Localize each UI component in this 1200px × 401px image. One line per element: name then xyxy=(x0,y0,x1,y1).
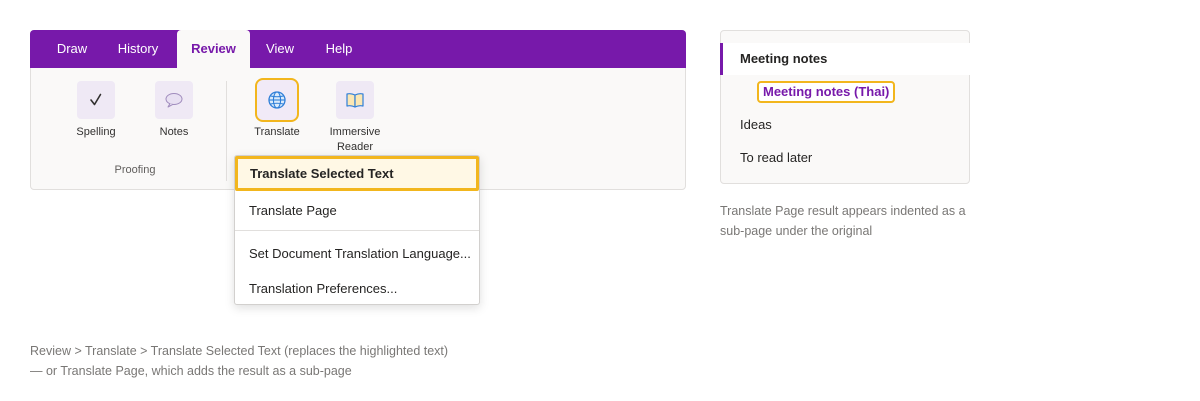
menu-item-set-document-translation-language[interactable]: Set Document Translation Language... xyxy=(235,237,479,270)
menu-divider xyxy=(235,230,479,231)
menu-item-translate-selected-text[interactable]: Translate Selected Text xyxy=(235,156,479,191)
translate-button[interactable]: Translate xyxy=(237,78,317,140)
immersive-reader-label-line1: Immersive xyxy=(329,126,381,138)
proofing-group-label: Proofing xyxy=(114,164,156,176)
book-icon xyxy=(336,81,374,119)
panel-caption-line2: sub-page under the original xyxy=(720,224,873,238)
page-item-to-read-later[interactable]: To read later xyxy=(740,150,812,165)
tab-help[interactable]: Help xyxy=(314,30,364,68)
path-caption: Review > Translate > Translate Selected … xyxy=(30,341,448,381)
speech-bubble-icon xyxy=(155,81,193,119)
menu-item-translation-preferences[interactable]: Translation Preferences... xyxy=(235,272,479,305)
tab-history[interactable]: History xyxy=(106,30,170,68)
panel-caption-line1: Translate Page result appears indented a… xyxy=(720,204,966,218)
panel-caption: Translate Page result appears indented a… xyxy=(720,201,966,241)
ribbon-tab-bar: Draw History Review View Help xyxy=(30,30,686,68)
spelling-check-icon xyxy=(77,81,115,119)
notes-button[interactable]: Notes xyxy=(134,81,214,140)
page-item-meeting-notes[interactable]: Meeting notes xyxy=(720,43,970,75)
tab-draw[interactable]: Draw xyxy=(40,30,104,68)
page-item-ideas[interactable]: Ideas xyxy=(740,117,772,132)
immersive-reader-button[interactable]: Immersive Reader xyxy=(315,81,395,155)
tab-view[interactable]: View xyxy=(252,30,308,68)
translate-dropdown-menu: Translate Selected Text Translate Page S… xyxy=(234,155,480,305)
globe-icon xyxy=(255,78,299,122)
page-list-panel: Meeting notes Meeting notes (Thai) Ideas… xyxy=(720,30,970,184)
page-item-meeting-notes-thai[interactable]: Meeting notes (Thai) xyxy=(757,81,896,103)
path-caption-line2: — or Translate Page, which adds the resu… xyxy=(30,364,352,378)
tab-review[interactable]: Review xyxy=(177,30,250,68)
immersive-reader-label: Immersive Reader xyxy=(315,125,395,155)
group-divider xyxy=(226,81,227,181)
path-caption-line1: Review > Translate > Translate Selected … xyxy=(30,344,449,358)
menu-item-translate-page[interactable]: Translate Page xyxy=(235,194,479,227)
spelling-label: Spelling xyxy=(76,126,116,138)
spelling-button[interactable]: Spelling xyxy=(56,81,136,140)
immersive-reader-label-line2: Reader xyxy=(336,141,374,153)
notes-label: Notes xyxy=(159,126,189,138)
translate-label: Translate xyxy=(254,126,300,138)
